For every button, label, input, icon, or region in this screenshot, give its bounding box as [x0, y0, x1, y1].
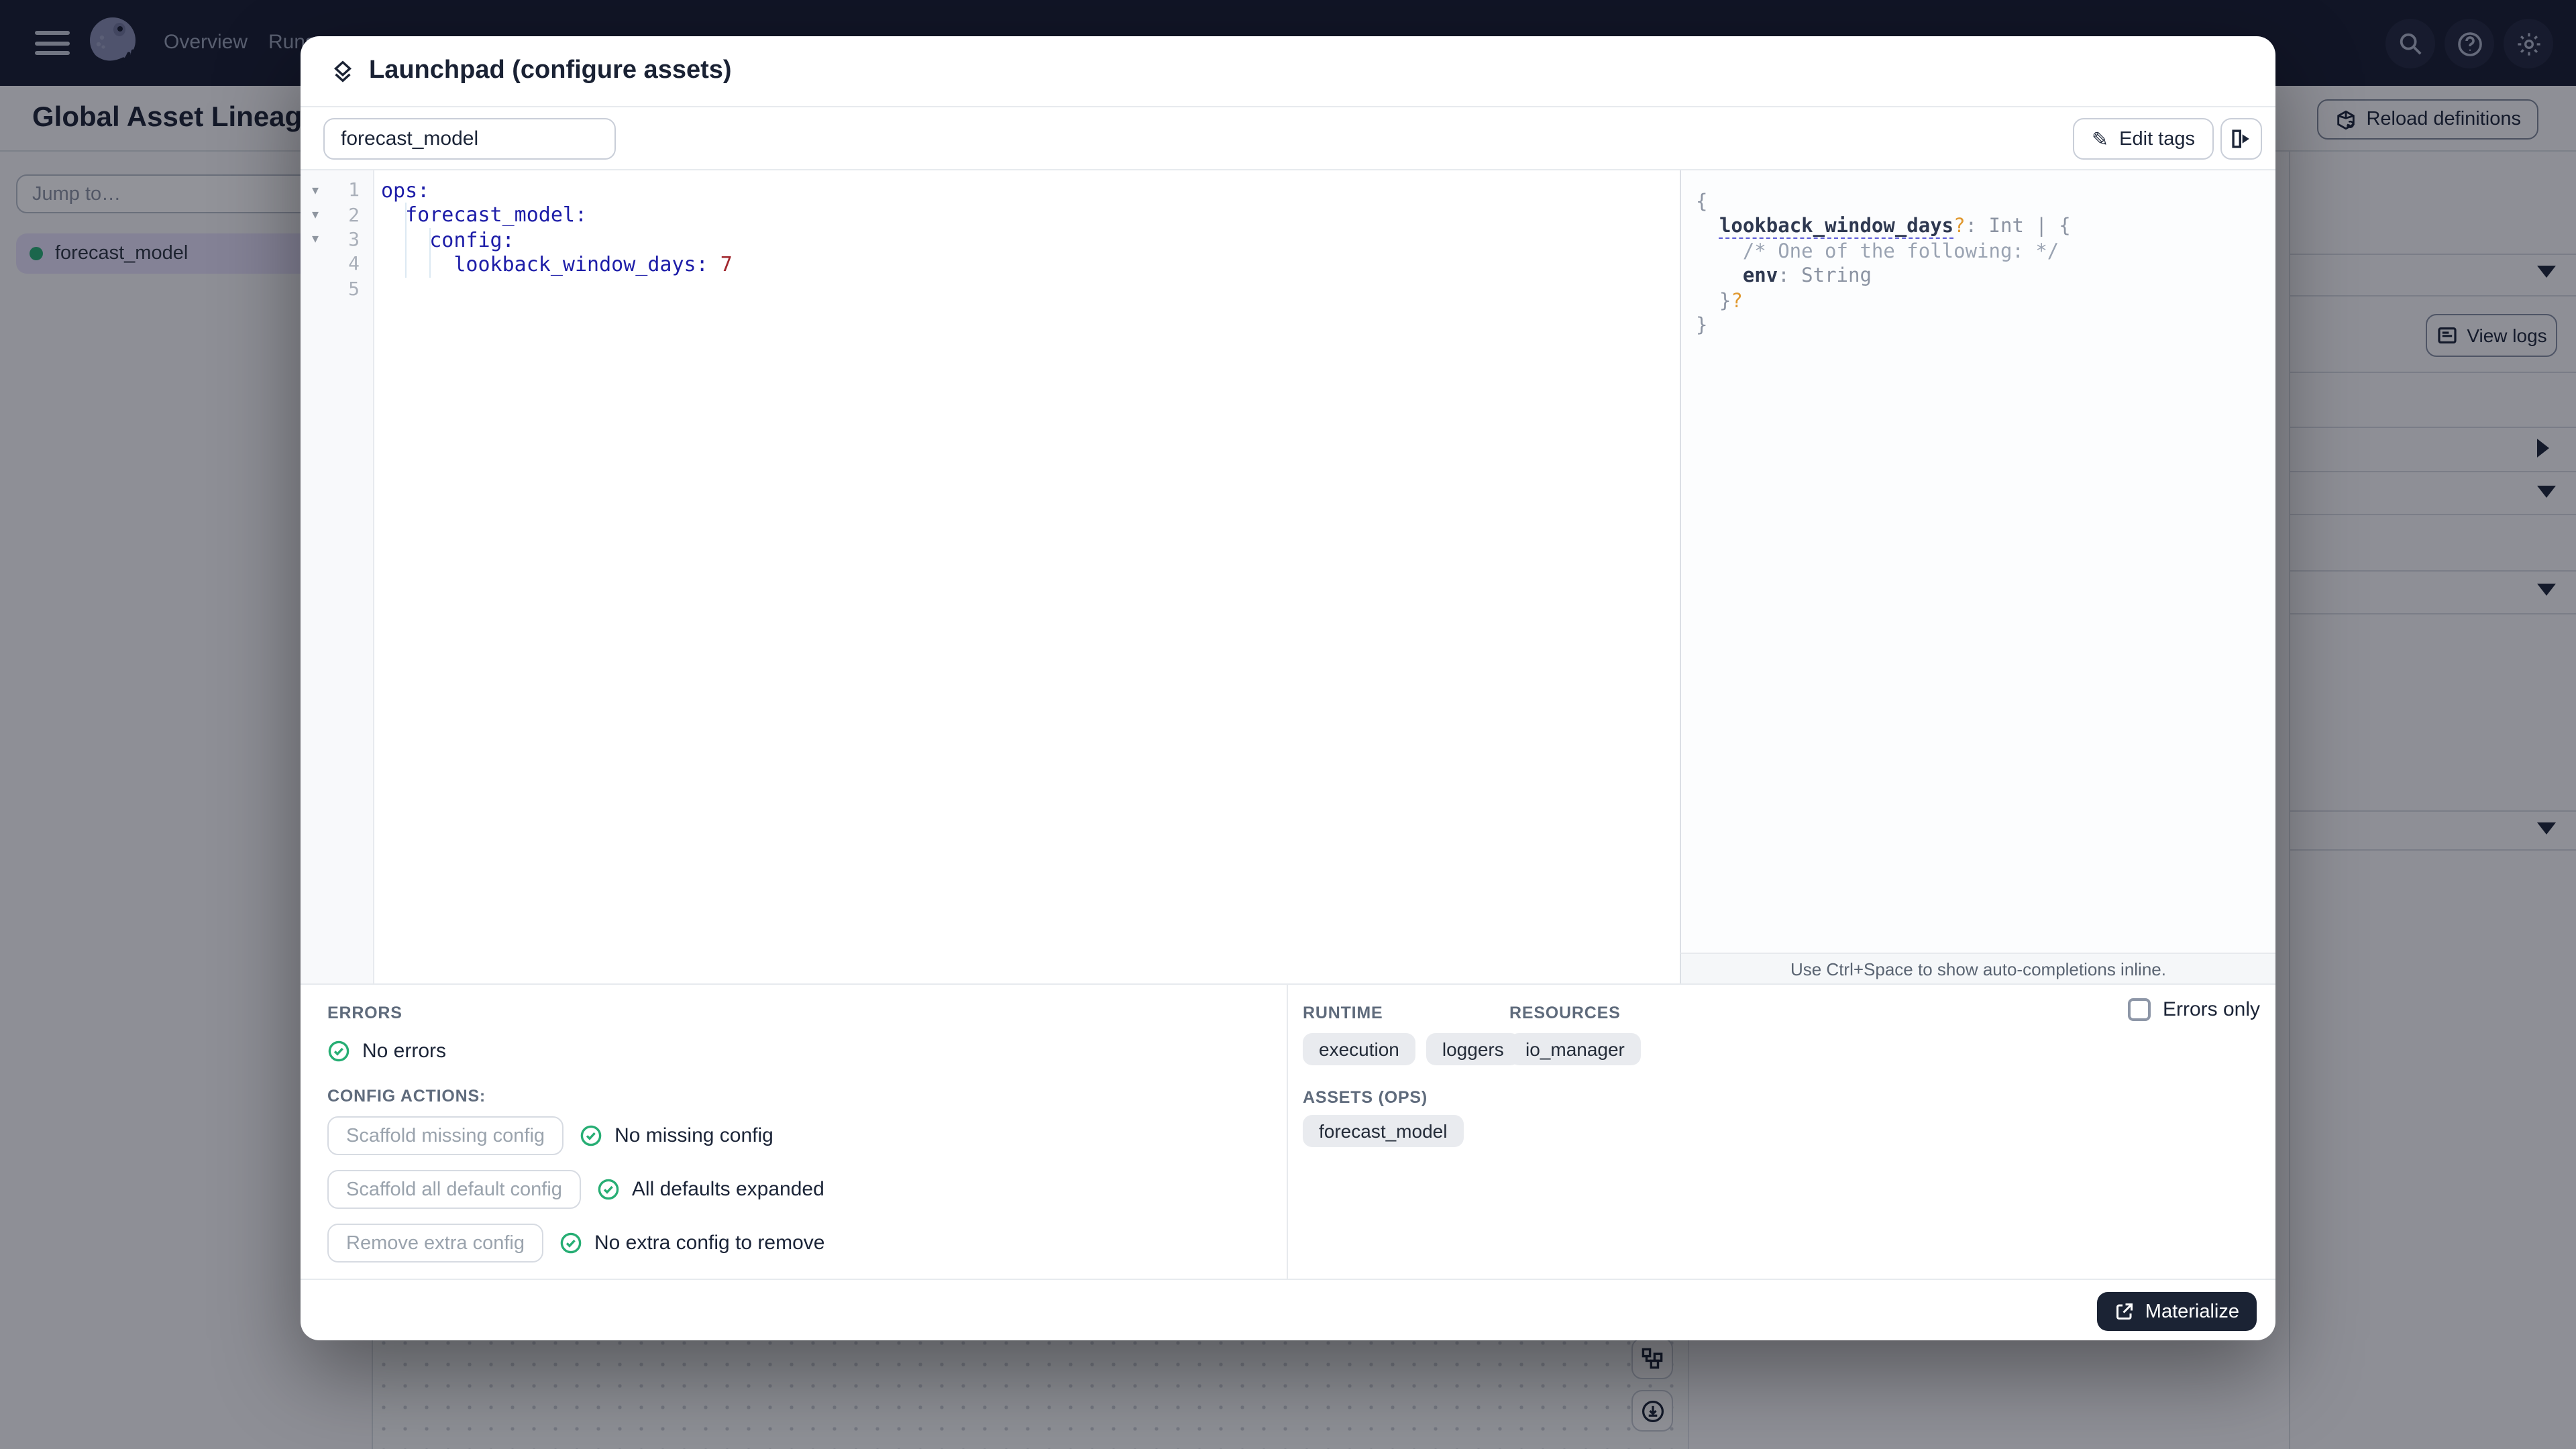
fold-triangle-icon[interactable]: ▾: [301, 233, 330, 248]
external-link-icon: [2116, 1303, 2133, 1320]
config-action-row: Scaffold all default config All defaults…: [327, 1170, 824, 1209]
code-line[interactable]: lookback_window_days: 7: [381, 252, 1680, 277]
errors-section-label: ERRORS: [327, 1004, 402, 1022]
edit-tags-label: Edit tags: [2119, 128, 2195, 150]
runtime-tags: execution loggers: [1303, 1033, 1520, 1065]
line-number: 5: [348, 278, 360, 301]
config-editor: ▾ 1 ▾ 2 ▾ 3 4 5 ops: forecast_model: config: lo…: [301, 170, 2275, 983]
line-number: 2: [348, 205, 360, 227]
indent-guide: [405, 203, 407, 278]
fold-triangle-icon[interactable]: ▾: [301, 208, 330, 223]
fold-triangle-icon[interactable]: ▾: [301, 183, 330, 198]
run-config-pane: RUNTIME execution loggers RESOURCES io_ma…: [1288, 985, 2275, 1280]
materialize-button[interactable]: Materialize: [2096, 1292, 2257, 1331]
config-actions-label: CONFIG ACTIONS:: [327, 1087, 486, 1106]
modal-footer: Materialize: [301, 1279, 2275, 1340]
layers-icon: [334, 60, 352, 82]
errors-status: No errors: [327, 1040, 446, 1063]
editor-gutter[interactable]: ▾ 1 ▾ 2 ▾ 3 4 5: [301, 170, 374, 983]
edit-tags-button[interactable]: ✎ Edit tags: [2073, 118, 2214, 160]
scaffold-missing-config-button[interactable]: Scaffold missing config: [327, 1116, 564, 1155]
action-status-text: No extra config to remove: [594, 1232, 825, 1254]
modal-header: Launchpad (configure assets): [301, 36, 2275, 107]
line-number: 4: [348, 254, 360, 276]
resources-tags: io_manager: [1509, 1033, 1641, 1065]
code-line[interactable]: [381, 277, 1680, 302]
runtime-section-label: RUNTIME: [1303, 1004, 1383, 1022]
check-circle-icon: [560, 1232, 582, 1254]
config-action-row: Scaffold missing config No missing confi…: [327, 1116, 773, 1155]
schema-panel: { lookback_window_days?: Int | { /* One …: [1680, 170, 2275, 953]
tag-pill[interactable]: io_manager: [1509, 1033, 1641, 1065]
errors-status-text: No errors: [362, 1040, 447, 1063]
tag-pill[interactable]: forecast_model: [1303, 1115, 1464, 1147]
action-status-text: No missing config: [614, 1124, 773, 1147]
indent-guide: [429, 228, 431, 278]
modal-toolbar: ✎ Edit tags: [301, 107, 2275, 170]
schema-line: }?: [1696, 290, 1743, 313]
code-line[interactable]: forecast_model:: [381, 203, 1680, 228]
action-status-text: All defaults expanded: [631, 1178, 824, 1201]
resources-section-label: RESOURCES: [1509, 1004, 1621, 1022]
editor-code-area[interactable]: ops: forecast_model: config: lookback_wi…: [376, 170, 1680, 983]
asset-name-input[interactable]: [323, 118, 616, 160]
screen: Overview Runs Global Asset Lineage Reloa…: [0, 0, 2576, 1449]
panel-expand-right-icon: [2232, 129, 2249, 148]
schema-line: {: [1696, 192, 1708, 213]
action-status: No missing config: [580, 1124, 773, 1147]
errors-pane: ERRORS No errors CONFIG ACTIONS: Scaffol…: [301, 985, 1288, 1280]
launchpad-modal: Launchpad (configure assets) ✎ Edit tags…: [301, 36, 2275, 1340]
check-circle-icon: [580, 1125, 602, 1146]
action-status: All defaults expanded: [597, 1178, 824, 1201]
remove-extra-config-button[interactable]: Remove extra config: [327, 1224, 543, 1263]
check-circle-icon: [598, 1179, 619, 1200]
code-line[interactable]: ops:: [381, 178, 1680, 203]
schema-line: }: [1696, 315, 1708, 337]
scaffold-all-default-config-button[interactable]: Scaffold all default config: [327, 1170, 581, 1209]
tag-pill[interactable]: execution: [1303, 1033, 1415, 1065]
line-number: 3: [348, 229, 360, 251]
errors-only-checkbox[interactable]: [2128, 998, 2151, 1021]
schema-line: /* One of the following: */: [1742, 241, 2059, 263]
modal-title: Launchpad (configure assets): [369, 56, 732, 85]
panel-expand-right-button[interactable]: [2220, 118, 2262, 160]
pencil-icon: ✎: [2092, 128, 2109, 151]
autocomplete-hint: Use Ctrl+Space to show auto-completions …: [1680, 953, 2275, 983]
code-line[interactable]: config:: [381, 228, 1680, 253]
line-number: 1: [348, 180, 360, 202]
assets-ops-tags: forecast_model: [1303, 1115, 1464, 1147]
assets-ops-section-label: ASSETS (OPS): [1303, 1088, 1428, 1107]
schema-line: lookback_window_days?: Int | {: [1719, 216, 2071, 238]
materialize-label: Materialize: [2145, 1301, 2239, 1322]
check-circle-icon: [328, 1040, 350, 1062]
modal-bottom-section: ERRORS No errors CONFIG ACTIONS: Scaffol…: [301, 983, 2275, 1280]
action-status: No extra config to remove: [559, 1232, 825, 1254]
tag-pill[interactable]: loggers: [1426, 1033, 1520, 1065]
config-action-row: Remove extra config No extra config to r…: [327, 1224, 824, 1263]
errors-only-label: Errors only: [2163, 998, 2261, 1021]
errors-only-toggle[interactable]: Errors only: [2128, 998, 2260, 1021]
schema-line: env: String: [1742, 266, 1872, 288]
